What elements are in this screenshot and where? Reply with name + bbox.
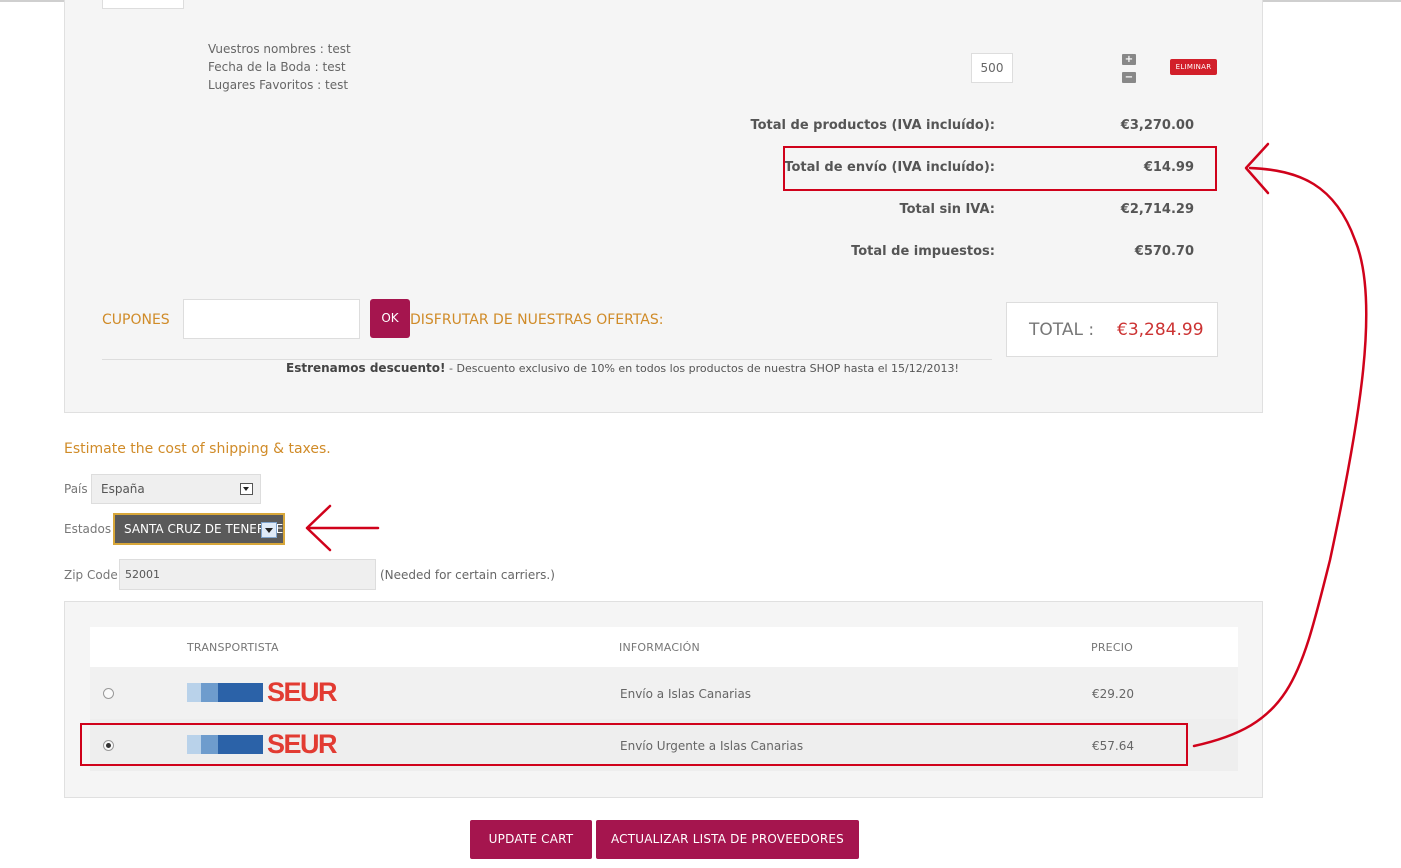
net-total-label: Total sin IVA: xyxy=(899,202,995,217)
table-header: TRANSPORTISTA INFORMACIÓN PRECIO xyxy=(90,627,1238,667)
carrier-info: Envío a Islas Canarias xyxy=(620,687,752,701)
order-total-value: €3,284.99 xyxy=(1117,320,1204,340)
quantity-input[interactable]: 500 xyxy=(971,53,1013,83)
update-carriers-button[interactable]: ACTUALIZAR LISTA DE PROVEEDORES xyxy=(596,820,859,859)
promo-body: - Descuento exclusivo de 10% en todos lo… xyxy=(445,362,959,375)
tax-total-label: Total de impuestos: xyxy=(851,244,995,259)
estimate-title: Estimate the cost of shipping & taxes. xyxy=(64,441,331,457)
state-value: SANTA CRUZ DE TENERIFE xyxy=(124,522,284,536)
coupon-ok-button[interactable]: OK xyxy=(370,299,410,338)
state-arrow xyxy=(305,504,380,552)
zip-hint: (Needed for certain carriers.) xyxy=(380,568,555,582)
state-label: Estados xyxy=(64,522,112,536)
country-value: España xyxy=(101,482,145,496)
chevron-down-icon[interactable] xyxy=(261,522,277,538)
attribute-names: Vuestros nombres : test xyxy=(208,42,351,56)
update-cart-button[interactable]: UPDATE CART xyxy=(470,820,592,859)
table-row[interactable]: SEUR Envío a Islas Canarias €29.20 xyxy=(90,667,1238,719)
attribute-places: Lugares Favoritos : test xyxy=(208,78,349,92)
delete-button[interactable]: ELIMINAR xyxy=(1170,59,1217,75)
promo-divider xyxy=(102,359,992,360)
carrier-price: €29.20 xyxy=(1092,687,1134,701)
tax-total-value: €570.70 xyxy=(1134,244,1194,259)
coupon-label: CUPONES xyxy=(102,312,170,328)
promo-text: Estrenamos descuento! - Descuento exclus… xyxy=(286,361,959,375)
order-total-label: TOTAL : xyxy=(1029,320,1095,340)
net-total-value: €2,714.29 xyxy=(1120,202,1194,217)
quantity-minus-icon[interactable]: − xyxy=(1122,72,1136,83)
product-attributes: Vuestros nombres : test Fecha de la Boda… xyxy=(208,40,351,94)
offers-link[interactable]: DISFRUTAR DE NUESTRAS OFERTAS: xyxy=(410,312,663,328)
chevron-down-icon[interactable] xyxy=(240,483,253,495)
order-total-box: TOTAL : €3,284.99 xyxy=(1006,302,1218,357)
country-select[interactable]: España xyxy=(91,474,261,504)
header-price: PRECIO xyxy=(1091,641,1134,654)
promo-bold: Estrenamos descuento! xyxy=(286,361,446,375)
carrier-highlight-box xyxy=(80,723,1188,766)
previous-quantity-input[interactable] xyxy=(102,0,184,9)
zip-code-input[interactable]: 52001 xyxy=(119,559,376,590)
coupon-input[interactable] xyxy=(183,299,360,339)
zip-label: Zip Code xyxy=(64,568,118,582)
seur-logo: SEUR xyxy=(187,677,347,707)
shipping-highlight-box xyxy=(783,146,1217,191)
attribute-date: Fecha de la Boda : test xyxy=(208,60,346,74)
seur-logo-text: SEUR xyxy=(267,677,338,707)
carrier-radio[interactable] xyxy=(103,688,114,699)
header-carrier: TRANSPORTISTA xyxy=(187,641,279,654)
header-info: INFORMACIÓN xyxy=(619,641,700,654)
products-total-value: €3,270.00 xyxy=(1120,118,1194,133)
products-total-label: Total de productos (IVA incluído): xyxy=(750,118,995,133)
country-label: País xyxy=(64,482,88,496)
quantity-plus-icon[interactable]: + xyxy=(1122,54,1136,65)
state-select[interactable]: SANTA CRUZ DE TENERIFE xyxy=(113,513,285,545)
